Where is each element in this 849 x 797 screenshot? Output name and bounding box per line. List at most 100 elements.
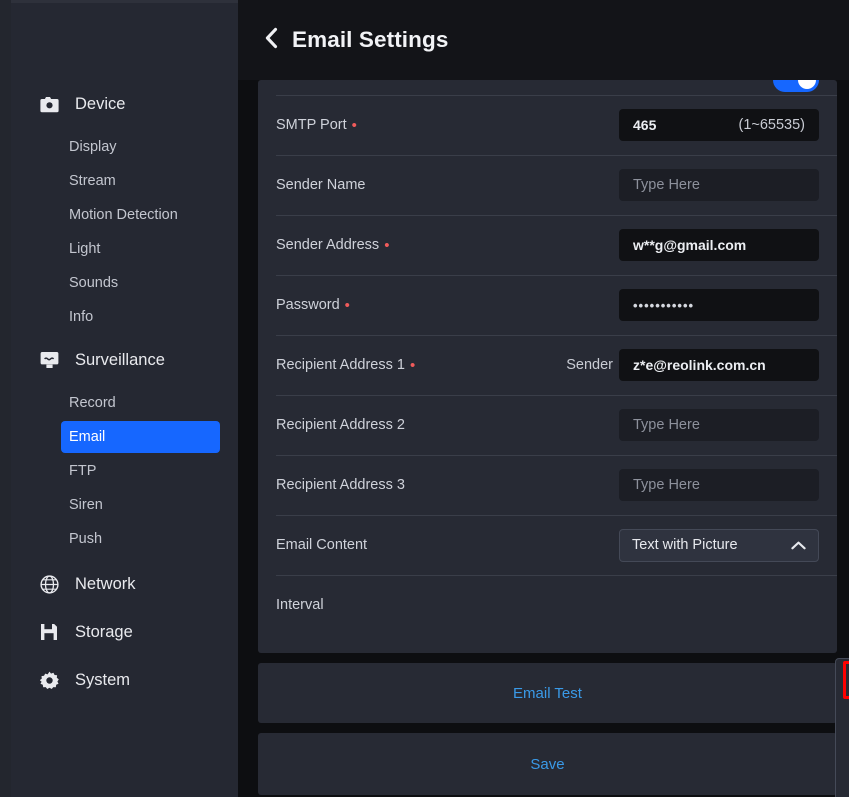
save-button[interactable]: Save [258, 733, 837, 795]
sidebar-item-siren[interactable]: Siren [61, 489, 220, 521]
placeholder-text: Type Here [633, 477, 700, 493]
recipient-address-1-input[interactable]: z*e@reolink.com.cn [619, 349, 819, 381]
sidebar-item-label: Sounds [69, 275, 119, 291]
row-sender-address: Sender Address • w**g@gmail.com [258, 215, 837, 275]
row-recipient-address-2: Recipient Address 2 Type Here [258, 395, 837, 455]
sender-name-input[interactable]: Type Here [619, 169, 819, 201]
row-label: Recipient Address 1 [276, 357, 405, 373]
placeholder-text: Type Here [633, 177, 700, 193]
row-interval: Interval [258, 575, 837, 635]
smtp-port-input[interactable]: 465 (1~65535) [619, 109, 819, 141]
email-content-dropdown: Text Picture Text with Picture ✔ Text wi… [835, 658, 849, 797]
page-header: Email Settings [238, 0, 849, 80]
required-marker: • [344, 296, 350, 314]
sidebar-item-display[interactable]: Display [61, 131, 220, 163]
sidebar-item-push[interactable]: Push [61, 523, 220, 555]
row-recipient-address-1: Recipient Address 1 • Sender z*e@reolink… [258, 335, 837, 395]
left-edge-sliver [0, 0, 11, 797]
row-control [773, 80, 819, 92]
sidebar-group-device[interactable]: Device [11, 87, 238, 121]
sidebar-item-light[interactable]: Light [61, 233, 220, 265]
sidebar-nav: Device Display Stream Motion Detection L… [11, 3, 238, 697]
row-label: Sender Name [276, 177, 366, 193]
page-title: Email Settings [292, 27, 449, 52]
smtp-port-value: 465 [633, 117, 657, 133]
sidebar-group-label: Device [75, 94, 126, 113]
email-content-select[interactable]: Text with Picture [619, 528, 819, 562]
chevron-up-icon [791, 541, 806, 550]
row-email-content: Email Content Text with Picture [258, 515, 837, 575]
sender-address-value: w**g@gmail.com [633, 237, 747, 253]
required-marker: • [384, 236, 390, 254]
sidebar-item-label: Light [69, 241, 101, 257]
sidebar-item-stream[interactable]: Stream [61, 165, 220, 197]
ssl-tls-toggle[interactable] [773, 80, 819, 92]
sidebar-group-label: Storage [75, 622, 133, 641]
sidebar: Device Display Stream Motion Detection L… [11, 0, 238, 797]
dropdown-option-text-with-video[interactable]: Text with Video [836, 765, 849, 797]
row-label: Password [276, 297, 340, 313]
floppy-disk-icon [39, 622, 59, 642]
row-label: Sender Address [276, 237, 380, 253]
recipient-address-1-value: z*e@reolink.com.cn [633, 357, 766, 373]
recipient-address-3-input[interactable]: Type Here [619, 469, 819, 501]
sidebar-group-label: System [75, 670, 131, 689]
row-control: Type Here [619, 469, 819, 501]
row-label: Recipient Address 3 [276, 477, 405, 493]
row-control: 465 (1~65535) [619, 109, 819, 141]
row-control: Type Here [619, 409, 819, 441]
monitor-icon [39, 350, 59, 370]
sidebar-item-label: Info [69, 309, 94, 325]
email-settings-form: SMTP Port • 465 (1~65535) Sender Name Ty… [258, 80, 837, 653]
sidebar-item-label: Push [69, 531, 103, 547]
sidebar-group-surveillance[interactable]: Surveillance [11, 343, 238, 377]
password-masked-value: ••••••••••• [633, 297, 695, 313]
dropdown-option-picture[interactable]: Picture [836, 697, 849, 731]
sidebar-group-system[interactable]: System [11, 663, 238, 697]
chevron-left-icon [264, 27, 278, 54]
row-label: Recipient Address 2 [276, 417, 405, 433]
sidebar-item-sounds[interactable]: Sounds [61, 267, 220, 299]
sidebar-item-label: Record [69, 395, 116, 411]
row-label: Interval [276, 597, 324, 613]
row-recipient-address-3: Recipient Address 3 Type Here [258, 455, 837, 515]
sidebar-item-label: FTP [69, 463, 97, 479]
smtp-port-range-hint: (1~65535) [738, 117, 805, 133]
sidebar-item-info[interactable]: Info [61, 301, 220, 333]
sidebar-item-email[interactable]: Email [61, 421, 220, 453]
required-marker: • [409, 356, 416, 374]
placeholder-text: Type Here [633, 417, 700, 433]
row-label: Email Content [276, 537, 368, 553]
dropdown-option-text[interactable]: Text [836, 661, 849, 699]
row-control: Type Here [619, 169, 819, 201]
app-root: Device Display Stream Motion Detection L… [0, 0, 849, 797]
sidebar-item-label: Siren [69, 497, 103, 513]
back-button[interactable] [258, 25, 284, 55]
sender-address-input[interactable]: w**g@gmail.com [619, 229, 819, 261]
row-password: Password • ••••••••••• [258, 275, 837, 335]
row-ssl-tls[interactable] [258, 80, 837, 95]
sidebar-group-network[interactable]: Network [11, 567, 238, 601]
recipient-address-2-input[interactable]: Type Here [619, 409, 819, 441]
sidebar-item-label: Stream [69, 173, 116, 189]
email-test-button[interactable]: Email Test [258, 663, 837, 723]
email-test-card: Email Test [258, 663, 837, 723]
sidebar-item-record[interactable]: Record [61, 387, 220, 419]
sidebar-group-storage[interactable]: Storage [11, 615, 238, 649]
sidebar-item-ftp[interactable]: FTP [61, 455, 220, 487]
sidebar-item-label: Motion Detection [69, 207, 178, 223]
toggle-knob [798, 80, 816, 89]
row-control: z*e@reolink.com.cn [619, 349, 819, 381]
password-input[interactable]: ••••••••••• [619, 289, 819, 321]
sidebar-item-motion-detection[interactable]: Motion Detection [61, 199, 220, 231]
content-area: SMTP Port • 465 (1~65535) Sender Name Ty… [238, 80, 849, 797]
row-control: ••••••••••• [619, 289, 819, 321]
gear-icon [39, 670, 59, 690]
required-marker: • [351, 116, 357, 134]
row-label: SMTP Port [276, 117, 347, 133]
sidebar-group-label: Surveillance [75, 350, 165, 369]
sidebar-group-label: Network [75, 574, 136, 593]
dropdown-option-text-with-picture[interactable]: Text with Picture ✔ [836, 731, 849, 765]
save-card: Save [258, 733, 837, 795]
save-label: Save [530, 755, 565, 773]
